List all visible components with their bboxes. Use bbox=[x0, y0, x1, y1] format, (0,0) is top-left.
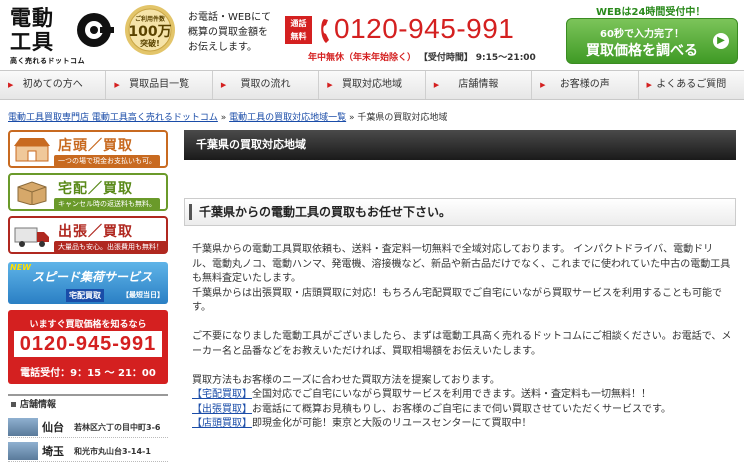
store-address: 若林区六丁の目中町3-6 bbox=[74, 423, 161, 432]
global-nav: ▶ 初めての方へ ▶ 買取品目一覧 ▶ 買取の流れ ▶ 買取対応地域 ▶ 店舗情報 ▶ お客… bbox=[0, 70, 744, 100]
paragraph-consult: ご不要になりました電動工具がございましたら、まずは電動工具高く売れるドットコムに… bbox=[192, 331, 732, 357]
check-price-button[interactable]: 60秒で入力完了！ 買取価格を調べる ▶ bbox=[566, 18, 738, 64]
usage-medal: ご利用件数 100万 突破! bbox=[124, 4, 176, 56]
page-title: 千葉県の買取対応地域 bbox=[184, 130, 736, 160]
logo-line2: 工具 bbox=[10, 30, 54, 54]
main-content: 千葉県からの電動工具買取依頼も、送料・査定料一切無料で全域対応しております。 イ… bbox=[192, 243, 732, 432]
store-info-heading: 店舗情報 bbox=[8, 394, 168, 414]
phone-prompt: いますぐ買取価格を知るなら bbox=[29, 320, 147, 330]
chevron-right-icon: ▶ bbox=[327, 81, 333, 89]
header-phone-number[interactable]: 0120-945-991 bbox=[334, 12, 514, 46]
visit-purchase-button[interactable]: 出張／買取 大量品も安心。出張費用も無料！ bbox=[8, 216, 168, 254]
chevron-right-icon: ▶ bbox=[220, 81, 227, 89]
header-description: お電話・WEBにて 概算の買取金額を お伝えします。 bbox=[188, 10, 284, 55]
nav-label: 買取の流れ bbox=[240, 79, 291, 90]
desc-line: お電話・WEBにて bbox=[188, 12, 272, 23]
logo-line1: 電動 bbox=[10, 6, 54, 30]
paragraph-intro: 千葉県からの電動工具買取依頼も、送料・査定料一切無料で全域対応しております。 イ… bbox=[192, 244, 731, 284]
hours-open-days: 年中無休（年末年始除く） bbox=[308, 53, 417, 63]
section-heading: 千葉県からの電動工具の買取もお任せ下さい。 bbox=[184, 198, 736, 226]
desc-line: 概算の買取金額を bbox=[188, 27, 268, 38]
storefront-icon bbox=[14, 138, 50, 162]
paragraph-methods: 買取方法もお客様のニーズに合わせた買取方法を提案しております。 bbox=[192, 374, 500, 386]
nav-item-flow[interactable]: ▶ 買取の流れ bbox=[213, 71, 320, 99]
hours-time: 9:15～21:00 bbox=[475, 53, 536, 63]
delivery-subtitle: キャンセル時の返送料も無料。 bbox=[54, 198, 160, 210]
hours-label: 【受付時間】 bbox=[418, 53, 473, 63]
nav-label: 店舗情報 bbox=[458, 79, 499, 90]
nav-label: お客様の声 bbox=[559, 79, 610, 90]
sidebar-phone-number: 0120-945-991 bbox=[14, 331, 162, 357]
nav-item-faq[interactable]: ▶ よくあるご質問 bbox=[639, 71, 744, 99]
store-item-saitama[interactable]: 埼玉 和光市丸山台3-14-1 bbox=[8, 440, 168, 462]
nav-item-stores[interactable]: ▶ 店舗情報 bbox=[426, 71, 533, 99]
chevron-right-icon: ▶ bbox=[540, 81, 546, 89]
store-link[interactable]: 【店頭買取】 bbox=[192, 418, 252, 429]
visit-link[interactable]: 【出張買取】 bbox=[192, 404, 252, 415]
nav-label: 買取対応地域 bbox=[341, 79, 402, 90]
sidebar-phone-box[interactable]: いますぐ買取価格を知るなら 0120-945-991 電話受付：9：15 ～ 2… bbox=[8, 310, 168, 384]
method-visit: 【出張買取】お電話にて概算お見積もりし、お客様のご自宅にまで伺い買取させていただ… bbox=[192, 403, 732, 418]
method-delivery: 【宅配買取】全国対応でご自宅にいながら買取サービスを利用できます。送料・査定料も… bbox=[192, 388, 732, 403]
speed-tag: 宅配買取 bbox=[66, 289, 104, 302]
nav-label: よくあるご質問 bbox=[656, 79, 727, 90]
badge-line2: 無料 bbox=[290, 32, 307, 41]
sidebar-phone-hours: 電話受付：9：15 ～ 21：00 bbox=[20, 368, 156, 379]
delivery-title: 宅配／買取 bbox=[58, 181, 133, 197]
truck-icon bbox=[14, 227, 49, 247]
store-title: 店頭／買取 bbox=[58, 138, 133, 154]
breadcrumb-separator: » bbox=[217, 113, 230, 123]
toll-free-badge: 通話 無料 bbox=[285, 16, 312, 44]
nav-item-beginners[interactable]: ▶ 初めての方へ bbox=[0, 71, 107, 99]
paragraph-services: 千葉県からは出張買取・店頭買取に対応！もちろん宅配買取でご自宅にいながら買取サー… bbox=[192, 287, 722, 314]
store-address: 和光市丸山台3-14-1 bbox=[74, 447, 151, 456]
speed-title: スピード集荷サービス bbox=[32, 270, 153, 284]
store-item-sendai[interactable]: 仙台 若林区六丁の目中町3-6 bbox=[8, 416, 168, 438]
store-purchase-button[interactable]: 店頭／買取 一つの場で現金お支払いも可。 bbox=[8, 130, 168, 168]
cardboard-box-icon bbox=[17, 181, 47, 205]
method-text: お電話にて概算お見積もりし、お客様のご自宅にまで伺い買取させていただくサービスで… bbox=[252, 403, 671, 415]
new-badge: NEW bbox=[10, 263, 31, 272]
nav-item-areas[interactable]: ▶ 買取対応地域 bbox=[319, 71, 426, 99]
chevron-right-icon: ▶ bbox=[433, 81, 440, 89]
visit-subtitle: 大量品も安心。出張費用も無料！ bbox=[54, 241, 167, 253]
store-city: 仙台 bbox=[42, 421, 64, 434]
breadcrumb-areas-link[interactable]: 電動工具の買取対応地域一覧 bbox=[229, 113, 346, 123]
desc-line: お伝えします。 bbox=[188, 42, 257, 53]
chevron-right-icon: ▶ bbox=[114, 81, 120, 89]
logo-tagline: 高く売れるドットコム bbox=[10, 57, 85, 65]
store-subtitle: 一つの場で現金お支払いも可。 bbox=[54, 155, 160, 167]
chevron-right-icon: ▶ bbox=[646, 81, 652, 89]
medal-line3: 突破! bbox=[140, 39, 160, 48]
delivery-purchase-button[interactable]: 宅配／買取 キャンセル時の返送料も無料。 bbox=[8, 173, 168, 211]
method-text: 即現金化が可能！東京と大阪のリユースセンターにて買取中！ bbox=[252, 418, 532, 429]
method-store: 【店頭買取】即現金化が可能！東京と大阪のリユースセンターにて買取中！ bbox=[192, 417, 732, 432]
chevron-right-icon: ▶ bbox=[8, 81, 14, 89]
nav-label: 初めての方へ bbox=[22, 79, 83, 90]
nav-item-items[interactable]: ▶ 買取品目一覧 bbox=[106, 71, 213, 99]
cta-small-text: 60秒で入力完了！ bbox=[600, 29, 684, 40]
store-photo bbox=[8, 418, 38, 436]
delivery-link[interactable]: 【宅配買取】 bbox=[192, 389, 252, 400]
speed-tag-sameday: 【最短当日】 bbox=[122, 291, 164, 299]
drill-logo-icon bbox=[77, 13, 114, 47]
speed-pickup-banner[interactable]: NEW スピード集荷サービス 宅配買取 【最短当日】 bbox=[8, 262, 168, 304]
nav-item-reviews[interactable]: ▶ お客様の声 bbox=[532, 71, 639, 99]
badge-line1: 通話 bbox=[290, 19, 307, 28]
visit-title: 出張／買取 bbox=[58, 224, 133, 240]
store-photo bbox=[8, 442, 38, 460]
header-hours: 年中無休（年末年始除く） 【受付時間】 9:15～21:00 bbox=[308, 50, 536, 63]
breadcrumb-separator: » bbox=[346, 113, 358, 123]
store-city: 埼玉 bbox=[42, 445, 64, 458]
nav-label: 買取品目一覧 bbox=[129, 79, 190, 90]
web-24h-notice: WEBは24時間受付中！ bbox=[596, 7, 706, 18]
method-text: 全国対応でご自宅にいながら買取サービスを利用できます。送料・査定料も一切無料！！ bbox=[252, 389, 651, 400]
site-logo[interactable]: 電動 工具 高く売れるドットコム bbox=[8, 6, 118, 65]
breadcrumb-home-link[interactable]: 電動工具買取専門店 電動工具高く売れるドットコム bbox=[8, 113, 218, 123]
breadcrumb-current: 千葉県の買取対応地域 bbox=[357, 113, 448, 123]
cta-main-text: 買取価格を調べる bbox=[586, 43, 698, 59]
arrow-right-icon: ▶ bbox=[713, 33, 729, 49]
breadcrumb: 電動工具買取専門店 電動工具高く売れるドットコム » 電動工具の買取対応地域一覧… bbox=[8, 110, 447, 123]
site-header: 電動 工具 高く売れるドットコム ご利用件数 100万 突破! お電話・WEBに… bbox=[0, 0, 744, 70]
